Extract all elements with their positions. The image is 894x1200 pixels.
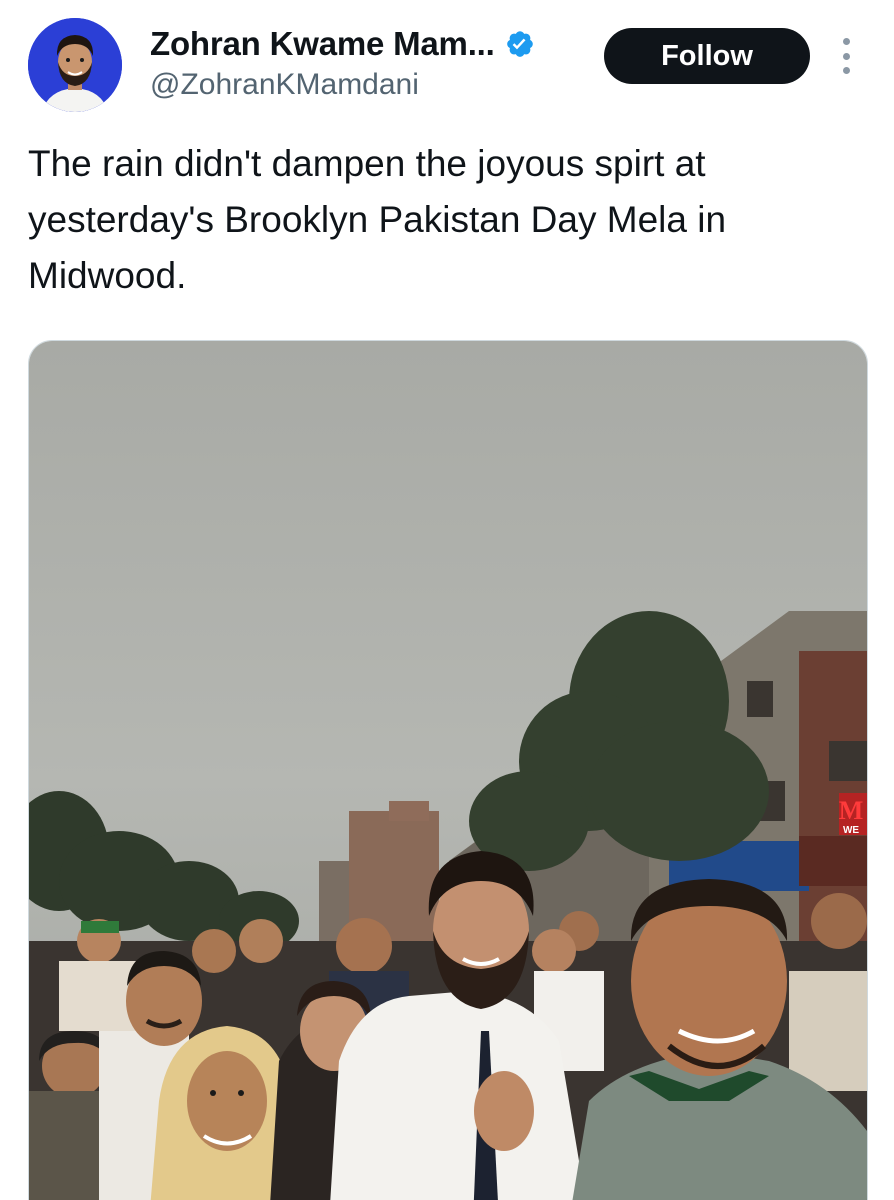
tweet-text: The rain didn't dampen the joyous spirt … <box>28 143 727 296</box>
shop-sign-sub: WE <box>843 825 859 836</box>
more-dot <box>842 52 850 60</box>
author-name-row: Zohran Kwame Mam... <box>150 25 535 63</box>
author-display-name[interactable]: Zohran Kwame Mam... <box>150 25 495 63</box>
tweet-card: Zohran Kwame Mam... @ZohranKMamdani Foll… <box>0 0 894 1200</box>
more-vertical-icon[interactable] <box>834 38 858 74</box>
author-avatar[interactable] <box>28 18 122 112</box>
more-dot <box>842 38 850 45</box>
shop-sign-letter: M <box>839 796 864 825</box>
tweet-photo[interactable]: M WE <box>28 340 868 1200</box>
more-dot <box>842 67 850 74</box>
verified-badge-icon <box>505 29 535 59</box>
avatar-portrait <box>28 18 122 112</box>
follow-button[interactable]: Follow <box>604 28 810 84</box>
author-handle[interactable]: @ZohranKMamdani <box>150 68 419 102</box>
crowd-photo-illustration: M WE <box>29 341 867 1200</box>
